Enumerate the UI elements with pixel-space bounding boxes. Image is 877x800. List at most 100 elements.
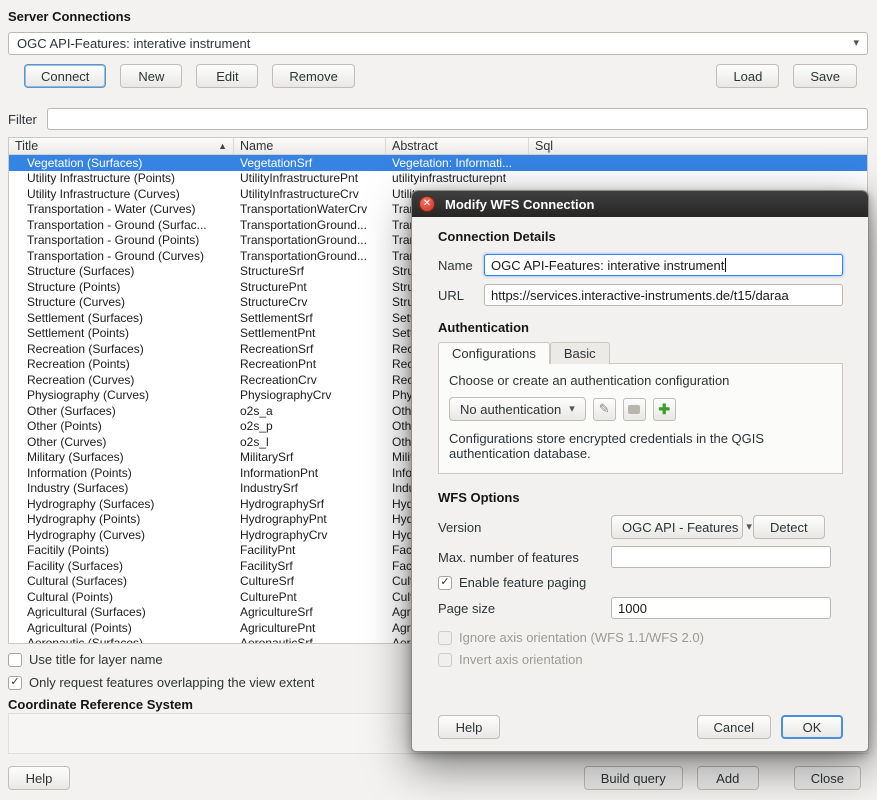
- cell-name: o2s_l: [234, 435, 386, 449]
- cell-name: RecreationPnt: [234, 357, 386, 371]
- auth-tabs: Configurations Basic: [438, 341, 843, 363]
- cell-name: UtilityInfrastructurePnt: [234, 171, 386, 185]
- auth-config-select[interactable]: No authentication ▾: [449, 397, 586, 421]
- chevron-down-icon: ▾: [746, 522, 752, 533]
- cell-title: Recreation (Points): [9, 357, 234, 371]
- footer-spacer: [510, 715, 687, 739]
- overlap-checkbox-row[interactable]: Only request features overlapping the vi…: [8, 675, 314, 690]
- cell-title: Agricultural (Points): [9, 621, 234, 635]
- modify-wfs-connection-dialog: ✕ Modify WFS Connection Connection Detai…: [411, 190, 869, 752]
- column-header-abstract[interactable]: Abstract: [386, 138, 529, 154]
- cell-title: Structure (Surfaces): [9, 264, 234, 278]
- tab-configurations[interactable]: Configurations: [438, 342, 550, 364]
- url-label: URL: [438, 288, 474, 303]
- detect-button[interactable]: Detect: [753, 515, 825, 539]
- dialog-titlebar[interactable]: ✕ Modify WFS Connection: [412, 191, 868, 217]
- connection-select-value: OGC API-Features: interative instrument: [17, 36, 250, 51]
- credential-card-icon: [628, 405, 640, 414]
- page-size-input[interactable]: [611, 597, 831, 619]
- paging-label: Enable feature paging: [459, 575, 586, 590]
- add-auth-button[interactable]: ✚: [653, 398, 676, 421]
- cell-name: MilitarySrf: [234, 450, 386, 464]
- cancel-button[interactable]: Cancel: [697, 715, 771, 739]
- paging-checkbox-row[interactable]: Enable feature paging: [438, 575, 843, 590]
- cell-name: o2s_a: [234, 404, 386, 418]
- cell-title: Settlement (Points): [9, 326, 234, 340]
- ok-button[interactable]: OK: [781, 715, 843, 739]
- remove-auth-button[interactable]: [623, 398, 646, 421]
- cell-title: Transportation - Ground (Curves): [9, 249, 234, 263]
- cell-title: Cultural (Surfaces): [9, 574, 234, 588]
- new-button[interactable]: New: [120, 64, 182, 88]
- use-title-label: Use title for layer name: [29, 652, 163, 667]
- name-field-row: Name OGC API-Features: interative instru…: [438, 254, 843, 276]
- help-button[interactable]: Help: [8, 766, 70, 790]
- footer-spacer: [84, 766, 570, 790]
- cell-title: Hydrography (Curves): [9, 528, 234, 542]
- cell-title: Cultural (Points): [9, 590, 234, 604]
- cell-name: StructurePnt: [234, 280, 386, 294]
- cell-name: RecreationSrf: [234, 342, 386, 356]
- wfs-options-title: WFS Options: [438, 490, 843, 505]
- load-button[interactable]: Load: [716, 64, 779, 88]
- column-header-name[interactable]: Name: [234, 138, 386, 154]
- table-header[interactable]: Title ▲ Name Abstract Sql: [9, 138, 867, 155]
- cell-title: Other (Curves): [9, 435, 234, 449]
- auth-hint-text: Choose or create an authentication confi…: [449, 373, 832, 388]
- invert-axis-label: Invert axis orientation: [459, 652, 583, 667]
- connect-button[interactable]: Connect: [24, 64, 106, 88]
- cell-name: HydrographyPnt: [234, 512, 386, 526]
- close-button[interactable]: Close: [794, 766, 861, 790]
- cell-name: UtilityInfrastructureCrv: [234, 187, 386, 201]
- auth-config-value: No authentication: [460, 402, 561, 417]
- cell-title: Facitily (Points): [9, 543, 234, 557]
- cell-title: Hydrography (Surfaces): [9, 497, 234, 511]
- filter-input[interactable]: [47, 108, 868, 130]
- tab-basic[interactable]: Basic: [550, 342, 610, 364]
- add-button[interactable]: Add: [697, 766, 759, 790]
- cell-title: Agricultural (Surfaces): [9, 605, 234, 619]
- name-label: Name: [438, 258, 474, 273]
- table-row[interactable]: Utility Infrastructure (Points) UtilityI…: [9, 171, 867, 187]
- url-input[interactable]: https://services.interactive-instruments…: [484, 284, 843, 306]
- edit-button[interactable]: Edit: [196, 64, 258, 88]
- version-label: Version: [438, 520, 611, 535]
- paging-checkbox[interactable]: [438, 576, 452, 590]
- auth-configurations-panel: Choose or create an authentication confi…: [438, 363, 843, 474]
- cell-abstract: Vegetation: Informati...: [386, 156, 529, 170]
- cell-name: CultureSrf: [234, 574, 386, 588]
- build-query-button[interactable]: Build query: [584, 766, 683, 790]
- edit-auth-button[interactable]: ✎: [593, 398, 616, 421]
- url-input-value: https://services.interactive-instruments…: [491, 288, 789, 303]
- table-row[interactable]: Vegetation (Surfaces) VegetationSrf Vege…: [9, 155, 867, 171]
- max-features-row: Max. number of features: [438, 546, 843, 568]
- remove-button[interactable]: Remove: [272, 64, 354, 88]
- use-title-checkbox[interactable]: [8, 653, 22, 667]
- close-icon[interactable]: ✕: [419, 196, 435, 212]
- overlap-checkbox[interactable]: [8, 676, 22, 690]
- dialog-help-button[interactable]: Help: [438, 715, 500, 739]
- invert-axis-checkbox: [438, 653, 452, 667]
- name-input[interactable]: OGC API-Features: interative instrument: [484, 254, 843, 276]
- cell-title: Transportation - Water (Curves): [9, 202, 234, 216]
- cell-title: Military (Surfaces): [9, 450, 234, 464]
- cell-title: Hydrography (Points): [9, 512, 234, 526]
- cell-title: Information (Points): [9, 466, 234, 480]
- authentication-title: Authentication: [438, 320, 843, 335]
- version-select[interactable]: OGC API - Features ▾: [611, 515, 743, 539]
- cell-name: AeronauticSrf: [234, 636, 386, 644]
- sort-ascending-icon: ▲: [214, 141, 227, 151]
- ignore-axis-label: Ignore axis orientation (WFS 1.1/WFS 2.0…: [459, 630, 704, 645]
- toolbar-spacer: [369, 64, 703, 88]
- page-title: Server Connections: [8, 9, 131, 24]
- connection-select[interactable]: OGC API-Features: interative instrument …: [8, 32, 868, 55]
- chevron-down-icon: ▾: [569, 404, 575, 415]
- max-features-input[interactable]: [611, 546, 831, 568]
- version-value: OGC API - Features: [622, 520, 738, 535]
- chevron-down-icon: ▾: [853, 38, 859, 49]
- use-title-checkbox-row[interactable]: Use title for layer name: [8, 652, 163, 667]
- column-header-title[interactable]: Title ▲: [9, 138, 234, 154]
- column-header-sql[interactable]: Sql: [529, 138, 867, 154]
- save-button[interactable]: Save: [793, 64, 857, 88]
- connection-toolbar: Connect New Edit Remove Load Save: [24, 64, 857, 88]
